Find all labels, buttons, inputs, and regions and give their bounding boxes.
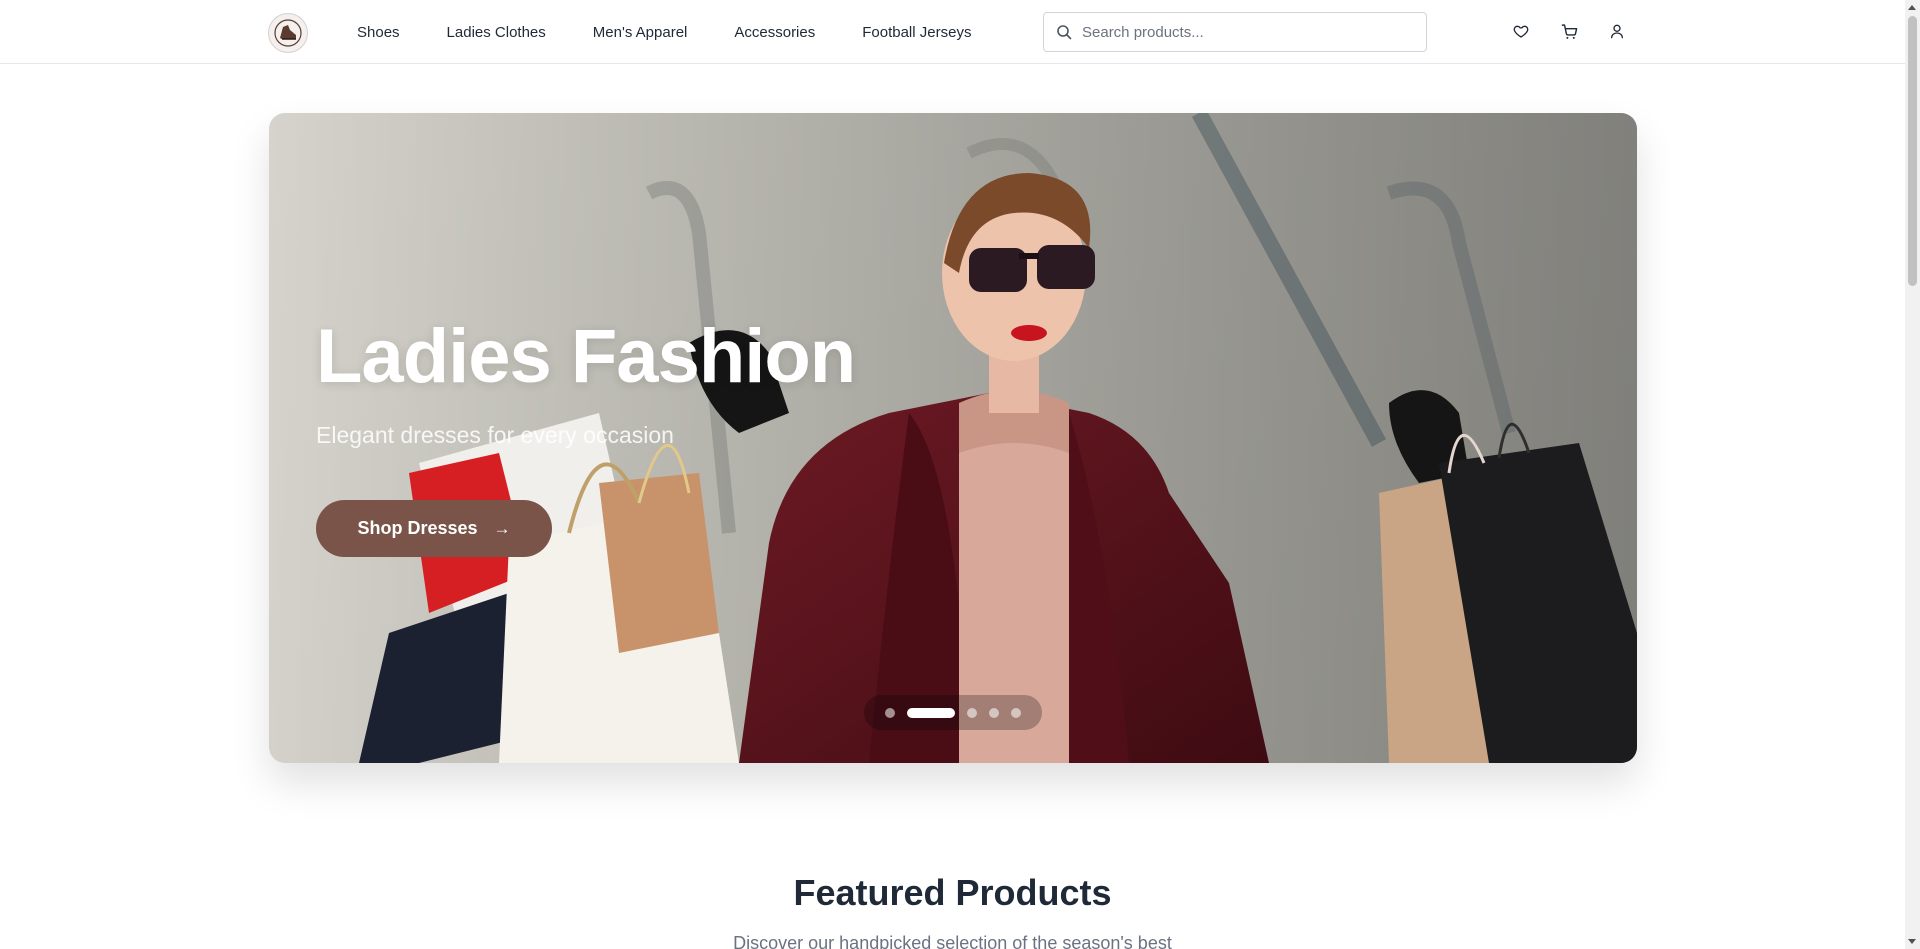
brand-logo[interactable] [268,13,308,53]
carousel-dot-4[interactable] [989,707,999,718]
scroll-down-icon[interactable] [1908,939,1916,944]
nav-item-ladies-clothes[interactable]: Ladies Clothes [447,24,546,41]
hero-subtitle: Elegant dresses for every occasion [316,422,674,448]
shop-dresses-label: Shop Dresses [357,518,478,538]
shoe-logo-icon [274,19,302,47]
carousel-dot-2[interactable] [907,707,955,718]
user-icon[interactable] [1608,22,1626,40]
hero-banner: Ladies Fashion Elegant dresses for every… [269,113,1637,763]
page-scrollbar[interactable] [1905,0,1920,949]
nav-item-football-jerseys[interactable]: Football Jerseys [862,24,971,41]
nav-item-mens-apparel[interactable]: Men's Apparel [593,24,688,41]
carousel-indicators [864,695,1042,730]
scroll-up-icon[interactable] [1908,5,1916,10]
heart-icon[interactable] [1512,22,1530,40]
nav-item-shoes[interactable]: Shoes [357,24,400,41]
shop-dresses-button[interactable]: Shop Dresses → [316,500,552,557]
carousel-dot-3[interactable] [967,707,977,718]
site-header: Shoes Ladies Clothes Men's Apparel Acces… [0,0,1905,64]
scroll-thumb[interactable] [1908,16,1917,286]
arrow-right-icon: → [493,518,511,538]
main-nav: Shoes Ladies Clothes Men's Apparel Acces… [357,0,1018,64]
featured-title: Featured Products [793,872,1112,913]
search-box [1043,12,1427,52]
cart-icon[interactable] [1560,22,1578,40]
search-input[interactable] [1082,23,1402,41]
search-icon [1057,25,1072,40]
carousel-dot-5[interactable] [1011,707,1021,718]
nav-item-accessories[interactable]: Accessories [734,24,815,41]
carousel-dot-1[interactable] [885,707,895,718]
featured-subtitle: Discover our handpicked selection of the… [733,933,1172,949]
hero-title: Ladies Fashion [316,314,856,399]
